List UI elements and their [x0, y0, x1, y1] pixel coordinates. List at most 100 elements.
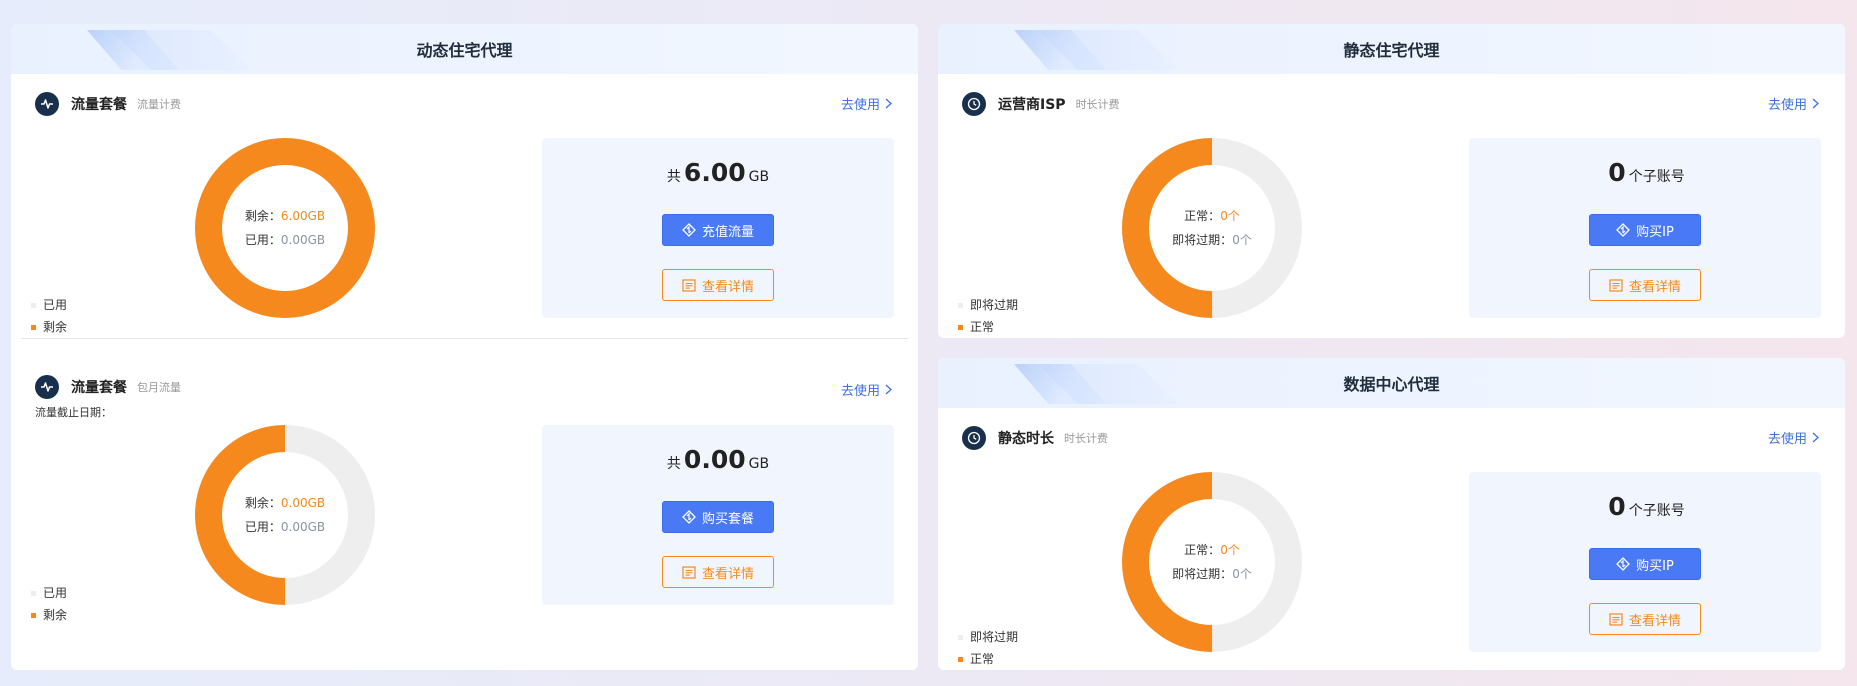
clock-icon	[962, 92, 986, 116]
dynamic-residential-panel: 动态住宅代理 流量套餐 流量计费 去使用 剩余：6.00GB 已用：0.00GB	[11, 24, 918, 670]
chart-legend: 已用 剩余	[31, 582, 67, 626]
chart-legend: 即将过期 正常	[958, 626, 1018, 670]
document-icon	[1609, 278, 1623, 292]
button-label: 购买IP	[1636, 224, 1674, 240]
panel-header: 数据中心代理	[938, 358, 1845, 408]
legend-swatch	[31, 302, 36, 308]
monthly-traffic-section: 流量套餐 包月流量 去使用 流量截止日期： 剩余：0.00GB 已用：0.00G…	[11, 360, 918, 670]
total-traffic: 共 6.00 GB	[542, 158, 894, 187]
section-subtitle: 流量计费	[137, 98, 181, 111]
sub-account-count: 0 个子账号	[1469, 492, 1821, 521]
legend-item-remaining: 剩余	[31, 604, 67, 626]
document-icon	[1609, 612, 1623, 626]
go-use-label: 去使用	[1767, 432, 1807, 447]
go-use-label: 去使用	[840, 384, 880, 399]
recharge-traffic-button[interactable]: 充值流量	[662, 214, 774, 246]
legend-swatch	[958, 302, 963, 308]
datacenter-panel: 数据中心代理 静态时长 时长计费 去使用 正常：0个 即将过期：0个 即将过期	[938, 358, 1845, 670]
go-use-link[interactable]: 去使用	[1768, 428, 1819, 447]
plan-info-card: 共 0.00 GB 购买套餐 查看详情	[542, 425, 894, 605]
section-title: 运营商ISP	[998, 97, 1066, 113]
legend-label: 即将过期	[970, 630, 1019, 644]
section-title: 静态时长	[998, 431, 1054, 447]
account-info-card: 0 个子账号 购买IP 查看详情	[1469, 472, 1821, 652]
total-prefix: 共	[666, 169, 681, 185]
donut-center-text: 正常：0个 即将过期：0个	[1122, 138, 1302, 318]
total-unit: 个子账号	[1628, 503, 1685, 519]
document-icon	[682, 278, 696, 292]
section-subtitle: 时长计费	[1064, 432, 1108, 445]
clock-icon	[962, 426, 986, 450]
legend-item-expiring: 即将过期	[958, 294, 1018, 316]
normal-label: 正常：	[1184, 543, 1221, 557]
button-label: 查看详情	[701, 566, 754, 582]
legend-swatch	[31, 324, 36, 330]
normal-value: 0个	[1220, 543, 1240, 557]
recharge-icon	[682, 223, 696, 237]
section-subtitle: 包月流量	[137, 381, 181, 394]
remaining-value: 6.00GB	[280, 209, 326, 223]
used-label: 已用：	[244, 233, 281, 247]
go-use-label: 去使用	[840, 98, 880, 113]
legend-item-remaining: 剩余	[31, 316, 67, 338]
go-use-link[interactable]: 去使用	[1768, 94, 1819, 113]
go-use-label: 去使用	[1767, 98, 1807, 113]
go-use-link[interactable]: 去使用	[841, 94, 892, 113]
expiring-label: 即将过期：	[1172, 567, 1233, 581]
legend-item-used: 已用	[31, 582, 67, 604]
normal-value: 0个	[1220, 209, 1240, 223]
remaining-value: 0.00GB	[280, 496, 326, 510]
total-unit: 个子账号	[1628, 169, 1685, 185]
buy-plan-button[interactable]: 购买套餐	[662, 501, 774, 533]
panel-title: 动态住宅代理	[416, 41, 513, 60]
view-details-button[interactable]: 查看详情	[1589, 269, 1701, 301]
legend-swatch	[958, 656, 963, 662]
traffic-expiry-date: 流量截止日期：	[35, 406, 112, 419]
total-value: 0	[1608, 492, 1626, 521]
legend-item-normal: 正常	[958, 648, 1018, 670]
section-subtitle: 时长计费	[1075, 98, 1120, 111]
remaining-label: 剩余：	[244, 496, 281, 510]
plan-info-card: 共 6.00 GB 充值流量 查看详情	[542, 138, 894, 318]
button-label: 查看详情	[1628, 613, 1681, 629]
section-header: 流量套餐 流量计费	[35, 92, 181, 116]
donut-center-text: 剩余：0.00GB 已用：0.00GB	[195, 425, 375, 605]
normal-label: 正常：	[1184, 209, 1221, 223]
traffic-plan-section: 流量套餐 流量计费 去使用 剩余：6.00GB 已用：0.00GB 已用 剩余 …	[11, 74, 918, 359]
chevron-right-icon	[1812, 98, 1819, 109]
expiring-label: 即将过期：	[1172, 233, 1233, 247]
expiring-value: 0个	[1232, 233, 1252, 247]
ip-donut-chart: 正常：0个 即将过期：0个	[1122, 472, 1302, 652]
total-unit: GB	[748, 169, 770, 185]
button-label: 购买套餐	[701, 511, 754, 527]
panel-title: 静态住宅代理	[1343, 41, 1440, 60]
total-unit: GB	[748, 456, 770, 472]
section-divider	[21, 338, 908, 339]
go-use-link[interactable]: 去使用	[841, 380, 892, 399]
account-info-card: 0 个子账号 购买IP 查看详情	[1469, 138, 1821, 318]
legend-label: 正常	[970, 652, 995, 666]
remaining-label: 剩余：	[244, 209, 281, 223]
buy-ip-button[interactable]: 购买IP	[1589, 548, 1701, 580]
chevron-right-icon	[1812, 432, 1819, 443]
section-header: 流量套餐 包月流量	[35, 375, 181, 399]
total-traffic: 共 0.00 GB	[542, 445, 894, 474]
used-value: 0.00GB	[280, 233, 326, 247]
section-header: 静态时长 时长计费	[962, 426, 1108, 450]
button-label: 购买IP	[1636, 558, 1674, 574]
legend-swatch	[31, 612, 36, 618]
view-details-button[interactable]: 查看详情	[662, 556, 774, 588]
button-label: 查看详情	[1628, 279, 1681, 295]
total-value: 0.00	[683, 445, 746, 474]
buy-ip-button[interactable]: 购买IP	[1589, 214, 1701, 246]
donut-center-text: 剩余：6.00GB 已用：0.00GB	[195, 138, 375, 318]
legend-label: 剩余	[43, 608, 68, 622]
expiring-value: 0个	[1232, 567, 1252, 581]
view-details-button[interactable]: 查看详情	[1589, 603, 1701, 635]
legend-swatch	[31, 590, 36, 596]
static-residential-panel: 静态住宅代理 运营商ISP 时长计费 去使用 正常：0个 即将过期：0个 即将过…	[938, 24, 1845, 338]
legend-item-normal: 正常	[958, 316, 1018, 338]
section-title: 流量套餐	[71, 380, 127, 396]
chart-legend: 已用 剩余	[31, 294, 67, 338]
view-details-button[interactable]: 查看详情	[662, 269, 774, 301]
